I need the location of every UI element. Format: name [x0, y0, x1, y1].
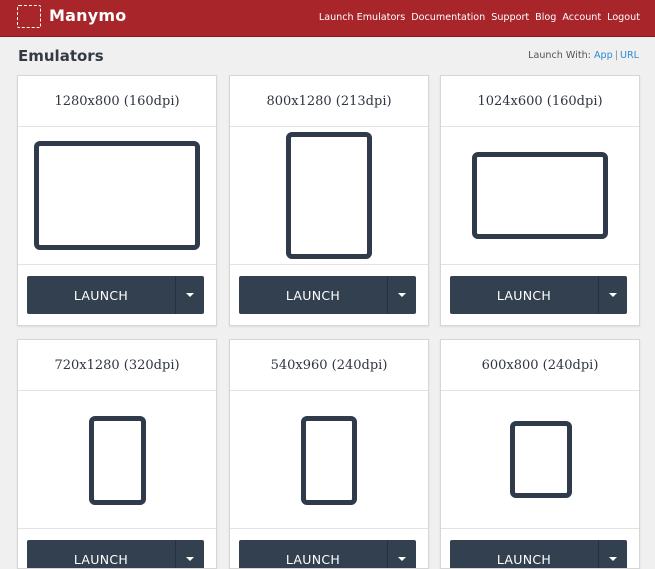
caret-down-icon: [609, 293, 617, 297]
launch-with-url-link[interactable]: URL: [620, 50, 639, 61]
caret-down-icon: [398, 557, 406, 561]
launch-button[interactable]: LAUNCH: [239, 276, 387, 314]
launch-options-dropdown[interactable]: [175, 276, 204, 314]
tablet-landscape-icon: [472, 152, 608, 239]
launch-options-dropdown[interactable]: [598, 276, 627, 314]
emulator-label: 1024x600 (160dpi): [441, 76, 639, 127]
top-bar: Manymo Launch Emulators Documentation Su…: [0, 0, 655, 37]
caret-down-icon: [186, 557, 194, 561]
emulator-card: 720x1280 (320dpi) LAUNCH: [17, 339, 217, 569]
nav-support[interactable]: Support: [491, 12, 529, 23]
emulator-label: 600x800 (240dpi): [441, 340, 639, 391]
launch-button[interactable]: LAUNCH: [27, 540, 175, 568]
tablet-landscape-icon: [34, 141, 200, 250]
launch-options-dropdown[interactable]: [387, 540, 416, 568]
launch-options-dropdown[interactable]: [387, 276, 416, 314]
emulator-label: 800x1280 (213dpi): [230, 76, 428, 127]
phone-portrait-icon: [301, 416, 357, 505]
brand-name[interactable]: Manymo: [49, 6, 126, 25]
page-title: Emulators: [18, 47, 104, 65]
launch-button[interactable]: LAUNCH: [239, 540, 387, 568]
caret-down-icon: [609, 557, 617, 561]
launch-options-dropdown[interactable]: [598, 540, 627, 568]
emulator-card: 1280x800 (160dpi) LAUNCH: [17, 75, 217, 326]
launch-with-separator: |: [614, 50, 618, 61]
nav-logout[interactable]: Logout: [607, 12, 640, 23]
emulator-label: 720x1280 (320dpi): [18, 340, 216, 391]
emulator-card: 540x960 (240dpi) LAUNCH: [229, 339, 429, 569]
tablet-portrait-icon: [286, 132, 372, 259]
top-nav: Launch Emulators Documentation Support B…: [319, 12, 640, 23]
emulator-label: 540x960 (240dpi): [230, 340, 428, 391]
launch-button[interactable]: LAUNCH: [27, 276, 175, 314]
phone-portrait-icon: [89, 416, 146, 505]
emulator-card: 600x800 (240dpi) LAUNCH: [440, 339, 640, 569]
emulator-card: 800x1280 (213dpi) LAUNCH: [229, 75, 429, 326]
nav-account[interactable]: Account: [562, 12, 601, 23]
launch-with-selector: Launch With: App | URL: [528, 50, 639, 61]
launch-button[interactable]: LAUNCH: [450, 540, 598, 568]
launch-with-label: Launch With:: [528, 50, 591, 61]
nav-launch-emulators[interactable]: Launch Emulators: [319, 12, 405, 23]
emulator-card: 1024x600 (160dpi) LAUNCH: [440, 75, 640, 326]
launch-with-app-link[interactable]: App: [594, 50, 613, 61]
emulator-label: 1280x800 (160dpi): [18, 76, 216, 127]
nav-blog[interactable]: Blog: [535, 12, 556, 23]
logo-icon[interactable]: [17, 5, 41, 28]
nav-documentation[interactable]: Documentation: [411, 12, 485, 23]
caret-down-icon: [398, 293, 406, 297]
launch-button[interactable]: LAUNCH: [450, 276, 598, 314]
launch-options-dropdown[interactable]: [175, 540, 204, 568]
phone-portrait-icon: [510, 421, 572, 498]
caret-down-icon: [186, 293, 194, 297]
